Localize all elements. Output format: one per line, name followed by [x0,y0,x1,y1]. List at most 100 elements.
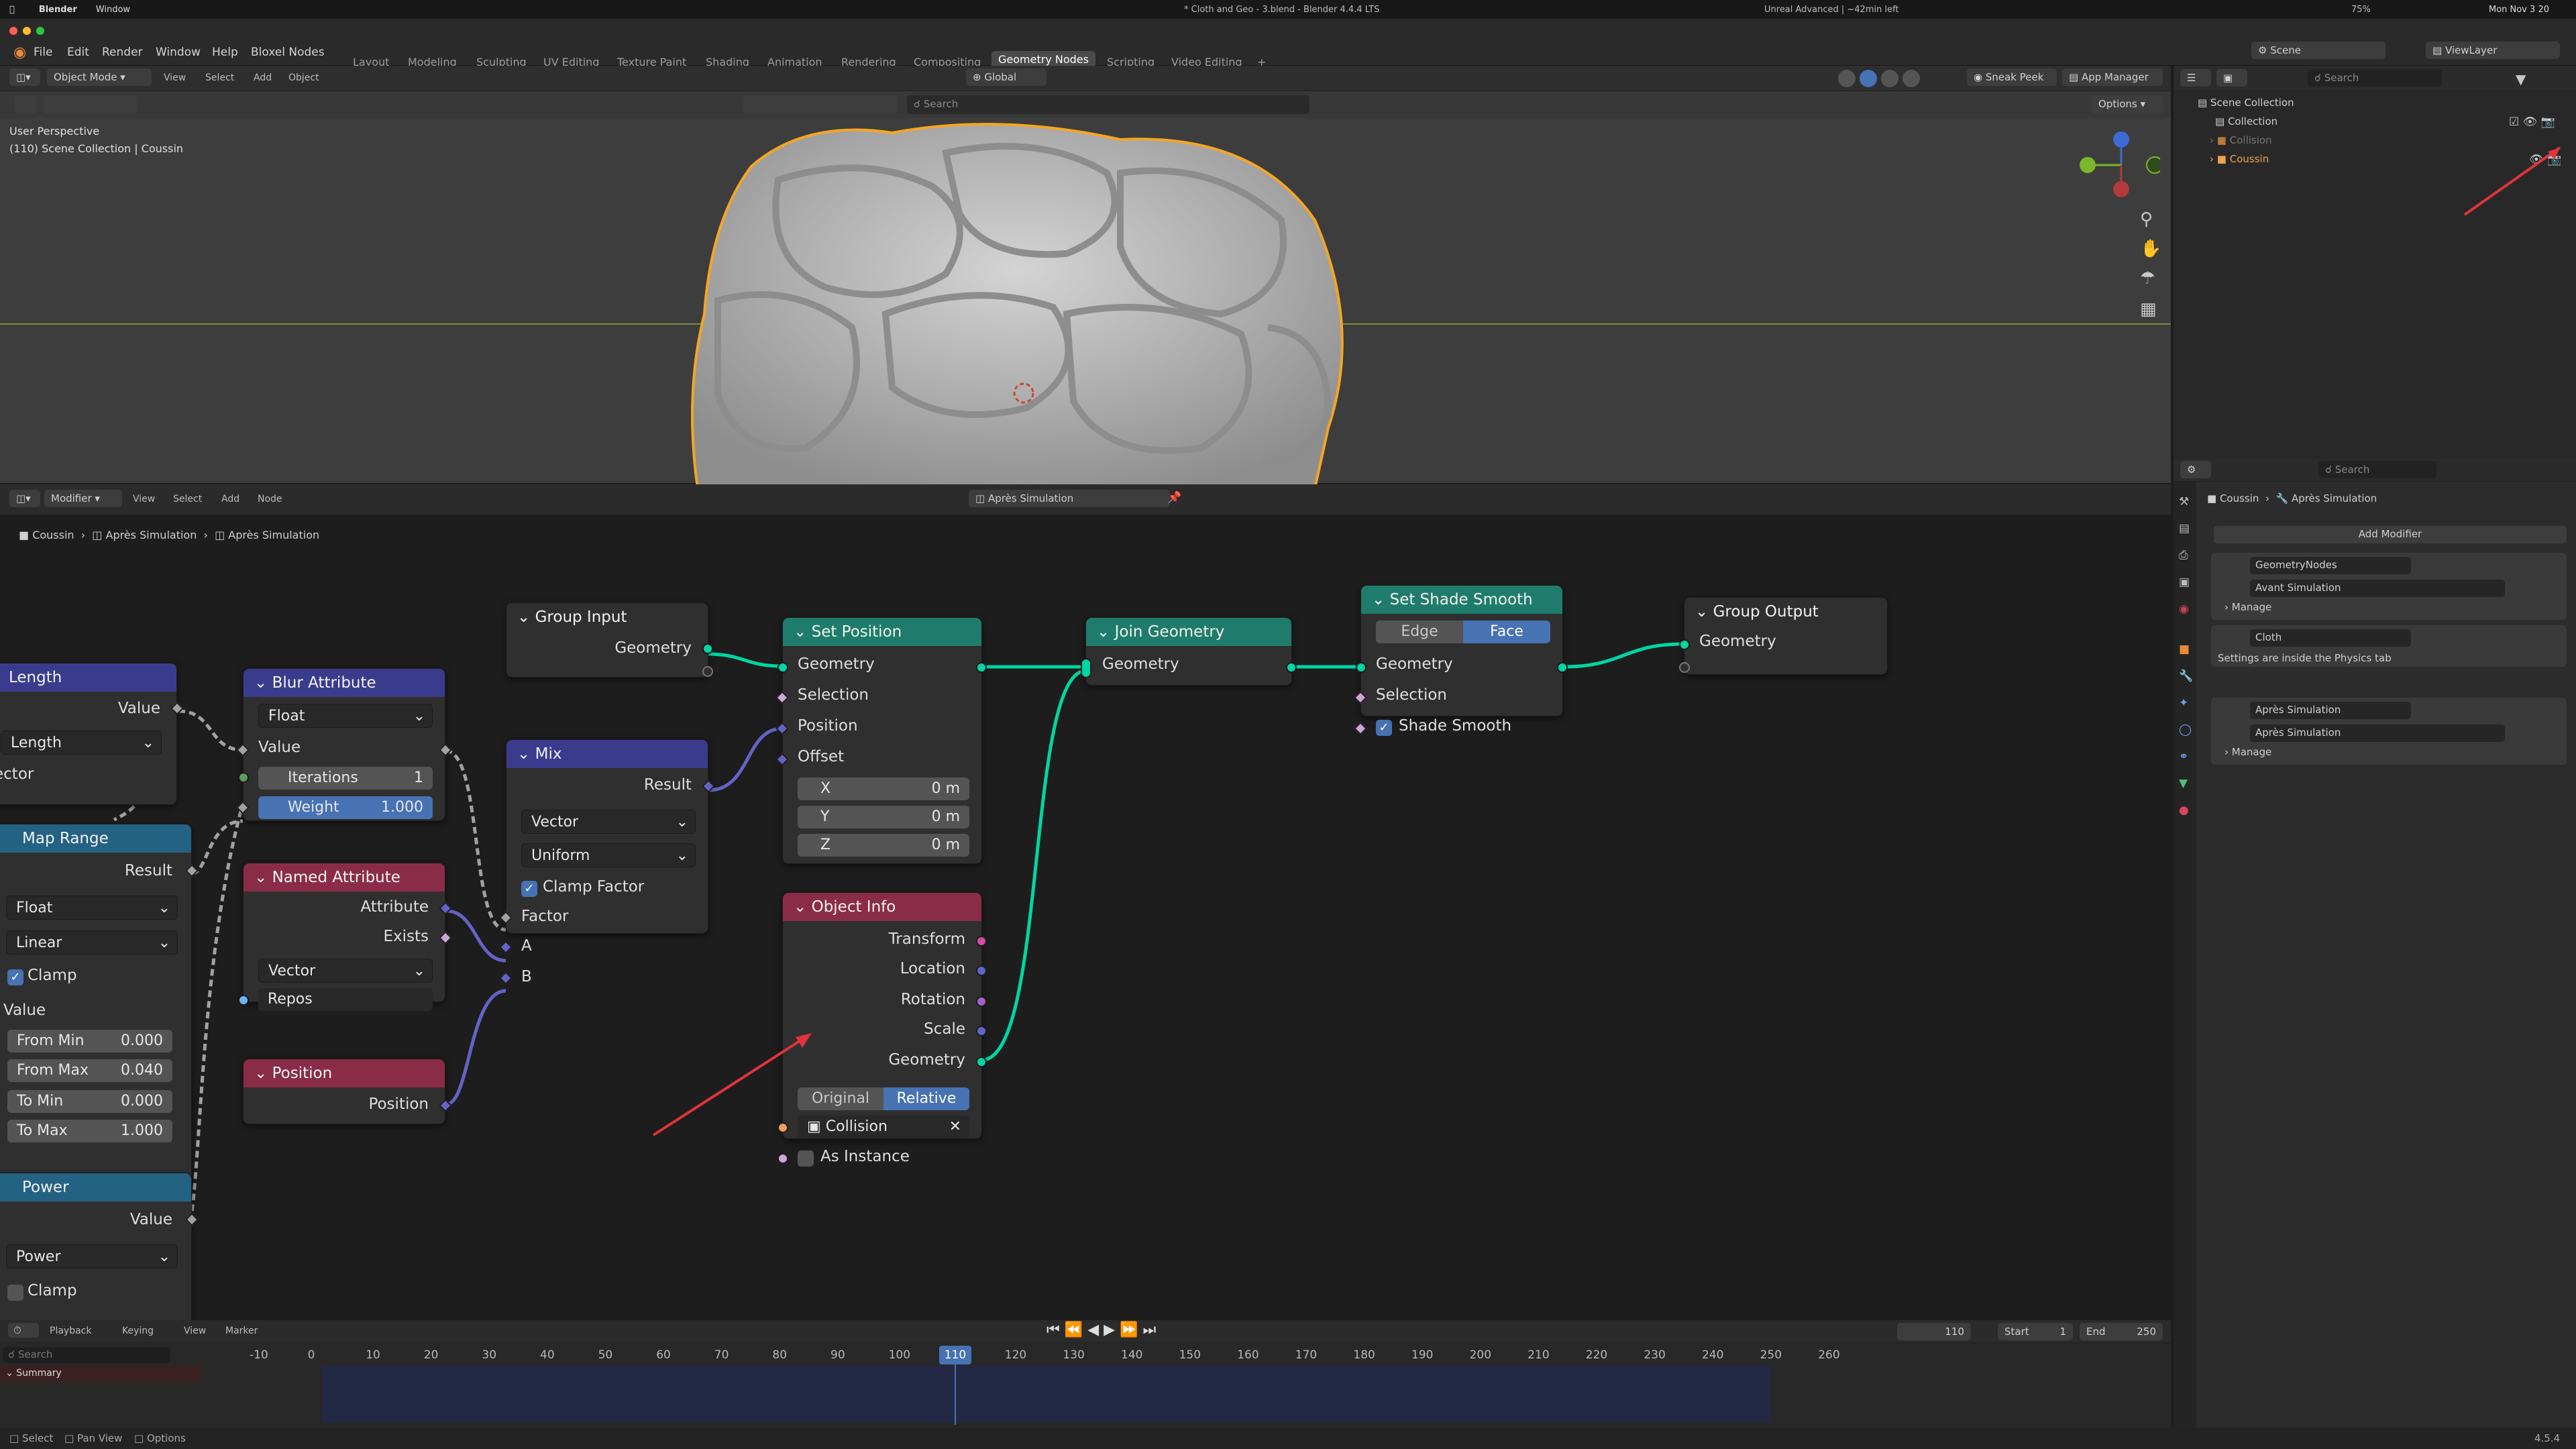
node-power-header[interactable]: Power [0,1173,191,1201]
menu-help[interactable]: Help [212,46,238,59]
power-op-dropdown[interactable]: Power ⌄ [6,1244,178,1269]
to-min-field[interactable]: To Min 0.000 [7,1090,172,1113]
properties-editor-type-icon[interactable]: ⚙ [2180,461,2211,478]
app-manager-button[interactable]: ▤ App Manager [2062,68,2163,86]
named-attr-type-dropdown[interactable]: Vector ⌄ [258,959,433,983]
power-clamp-checkbox[interactable] [7,1285,23,1301]
filter-icon[interactable]: ▼ [2516,71,2526,87]
scene-tab-icon[interactable]: ◉ [2179,602,2189,616]
outliner-display-mode-icon[interactable]: ▣ [2216,69,2247,87]
offset-y-field[interactable]: Y 0 m [798,806,969,828]
object-info-scale-socket[interactable] [976,1026,987,1036]
mix-type-dropdown[interactable]: Vector ⌄ [521,810,696,834]
camera-view-icon[interactable]: ☂ [2140,268,2155,288]
particles-tab-icon[interactable]: ✦ [2179,696,2188,710]
selection-mode-buttons[interactable] [43,95,137,114]
solid-shading-icon[interactable] [1860,70,1877,87]
apple-icon[interactable]:  [9,5,15,15]
render-tab-icon[interactable]: ▤ [2179,522,2190,535]
viewport-menu-add[interactable]: Add [254,72,272,83]
blender-logo-icon[interactable]: ◉ [13,44,26,61]
group-input-geometry-socket[interactable] [702,643,713,654]
output-tab-icon[interactable]: ⎙ [2179,549,2188,562]
node-group-input-header[interactable]: ⌄ Group Input [506,603,708,631]
viewport-search-input[interactable]: ☌ Search [907,95,1309,114]
outliner-collision[interactable]: › ■ Collision [2210,134,2272,146]
viewport-menu-object[interactable]: Object [288,72,319,83]
play-reverse-icon[interactable]: ◀ [1087,1322,1099,1338]
modifier-name-field[interactable]: GeometryNodes [2250,557,2411,574]
shade-geometry-in[interactable] [1356,662,1366,673]
node-set-position-header[interactable]: ⌄ Set Position [783,618,981,646]
scene-selector[interactable]: ⚙ Scene [2251,42,2385,59]
node-shade-header[interactable]: ⌄ Set Shade Smooth [1361,586,1562,614]
add-modifier-button[interactable]: Add Modifier [2214,526,2567,543]
material-shading-icon[interactable] [1881,70,1898,87]
node-named-attribute[interactable]: ⌄ Named Attribute Attribute Exists Vecto… [238,863,452,1011]
modifier-panel-cloth[interactable]: Cloth Settings are inside the Physics ta… [2211,625,2567,667]
named-attr-name-socket[interactable] [238,995,249,1006]
node-position-header[interactable]: ⌄ Position [244,1059,445,1087]
current-frame-field[interactable]: 110 [1897,1323,1971,1340]
blur-iterations-field[interactable]: Iterations 1 [258,767,433,790]
timeline-menu-keying[interactable]: Keying [122,1326,154,1336]
zoom-icon[interactable]: ⚲ [2140,209,2153,229]
options-dropdown[interactable]: Options ▾ [2092,95,2163,114]
clear-object-icon[interactable]: ✕ [949,1116,961,1138]
app-name[interactable]: Blender [39,5,77,15]
viewport-menu-view[interactable]: View [164,72,186,83]
relative-option[interactable]: Relative [883,1087,969,1110]
node-editor[interactable]: ◫▾ Modifier ▾ View Select Add Node ◫ Apr… [0,484,2171,1331]
node-length-header[interactable]: Length [0,663,176,692]
node-length[interactable]: Length Value Length⌄ ector [0,663,184,805]
cushion-mesh[interactable] [691,113,1348,488]
3d-viewport[interactable]: ◫▾ Object Mode ▾ View Select Add Object … [0,66,2171,488]
apres-modifier-name-field[interactable]: Après Simulation [2250,702,2411,719]
properties-search-input[interactable]: ☌ Search [2318,461,2436,478]
menu-bloxel-nodes[interactable]: Bloxel Nodes [251,46,325,59]
object-picker-field[interactable]: ▣ Collision ✕ [798,1116,969,1138]
group-output-empty-socket[interactable] [1679,662,1690,673]
from-min-field[interactable]: From Min 0.000 [7,1030,172,1053]
node-mix[interactable]: ⌄ Mix Result Vector ⌄ Uniform ⌄ ✓ Clamp Fa… [499,739,715,985]
object-info-location-socket[interactable] [976,965,987,976]
summary-channel[interactable]: ⌄ Summary [0,1366,201,1382]
outliner-coussin[interactable]: › ■ Coussin [2210,153,2269,165]
node-position[interactable]: ⌄ Position Position [243,1059,452,1124]
close-window-icon[interactable] [9,27,17,35]
navigation-gizmo[interactable] [2059,126,2160,200]
node-map-range-header[interactable]: Map Range [0,824,191,853]
orientation-dropdown[interactable]: ⊕ Global [966,68,1046,86]
wireframe-shading-icon[interactable] [1838,70,1856,87]
node-blur-attribute[interactable]: ⌄ Blur Attribute Float ⌄ Value Iterations… [236,668,452,821]
object-info-instance-socket[interactable] [777,1153,788,1164]
mix-clamp-checkbox[interactable]: ✓ [521,881,537,897]
join-geometry-out[interactable] [1286,662,1297,673]
object-info-geometry-socket[interactable] [976,1057,987,1067]
constraints-tab-icon[interactable]: ⚭ [2179,750,2188,763]
outliner-search-input[interactable]: ☌ Search [2308,69,2442,87]
object-info-rotation-socket[interactable] [976,996,987,1007]
outliner-scene-collection[interactable]: ▤ Scene Collection [2198,97,2294,109]
node-mix-header[interactable]: ⌄ Mix [506,740,708,768]
to-max-field[interactable]: To Max 1.000 [7,1120,172,1142]
timeline-menu-marker[interactable]: Marker [225,1326,258,1336]
set-position-geometry-in[interactable] [777,662,788,673]
map-range-clamp-checkbox[interactable]: ✓ [7,969,23,985]
rendered-shading-icon[interactable] [1902,70,1920,87]
object-info-transform-socket[interactable] [976,936,987,947]
object-mode-dropdown[interactable]: Object Mode ▾ [47,68,152,86]
offset-x-field[interactable]: X 0 m [798,777,969,800]
outliner[interactable]: ☰ ▣ ☌ Search ▼ ▤ Scene Collection ▤ Coll… [2174,66,2576,459]
grid-toggle-icon[interactable]: ▦ [2140,299,2157,319]
shade-smooth-checkbox[interactable]: ✓ [1376,720,1392,736]
shade-geometry-out[interactable] [1557,662,1568,673]
apres-node-tree-selector[interactable]: Après Simulation [2250,724,2505,742]
prev-keyframe-icon[interactable]: ⏪ [1065,1322,1083,1338]
properties-editor[interactable]: ⚙ ☌ Search ⚒ ▤ ⎙ ▣ ◉ ■ 🔧 ✦ ◯ ⚭ ▼ ● ■ Cou… [2174,459,2576,1428]
blur-iterations-socket[interactable] [238,772,249,783]
outliner-editor-type-icon[interactable]: ☰ [2180,69,2211,87]
modifier-tab-icon[interactable]: 🔧 [2179,669,2193,683]
timeline-menu-playback[interactable]: Playback [50,1326,91,1336]
as-instance-checkbox[interactable] [798,1150,814,1167]
